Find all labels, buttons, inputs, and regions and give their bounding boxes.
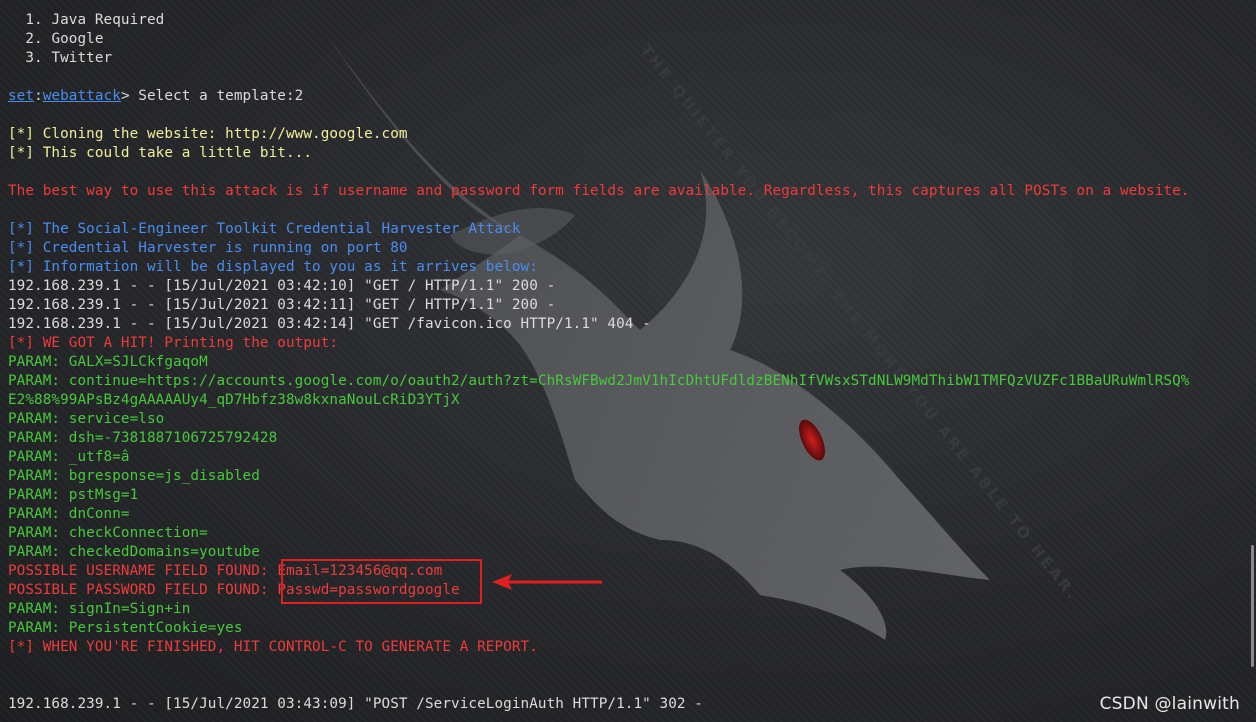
param-line: PARAM: checkedDomains=youtube xyxy=(8,544,260,560)
prompt-separator: : xyxy=(34,88,43,104)
prompt-module: set xyxy=(8,88,35,104)
menu-number: 3. xyxy=(25,50,43,66)
info-line: [*] The Social-Engineer Toolkit Credenti… xyxy=(8,220,1248,239)
status-line: [*] Cloning the website: http://www.goog… xyxy=(8,125,1248,144)
param-line: PARAM: checkConnection= xyxy=(8,525,208,541)
post-request-log-line: 192.168.239.1 - - [15/Jul/2021 03:43:09]… xyxy=(8,696,703,712)
cloning-message: Cloning the website: http://www.google.c… xyxy=(34,126,408,142)
wait-message: This could take a little bit... xyxy=(34,145,313,161)
watermark-text: CSDN @lainwith xyxy=(1099,694,1240,714)
param-line: PARAM: pstMsg=1 xyxy=(8,487,139,503)
param-line: PARAM: signIn=Sign+in xyxy=(8,601,191,617)
info-line: [*] Information will be displayed to you… xyxy=(8,258,1248,277)
status-marker: [*] xyxy=(8,240,35,256)
param-line: PARAM: bgresponse=js_disabled xyxy=(8,468,260,484)
status-marker: [*] xyxy=(8,145,35,161)
param-line: PARAM: continue=https://accounts.google.… xyxy=(8,373,1190,389)
menu-item: 3. Twitter xyxy=(8,49,1248,68)
menu-label: Java Required xyxy=(51,12,165,28)
harvester-info: Information will be displayed to you as … xyxy=(34,259,538,275)
warning-message: The best way to use this attack is if us… xyxy=(8,183,1190,199)
finish-message: WHEN YOU'RE FINISHED, HIT CONTROL-C TO G… xyxy=(34,639,538,655)
menu-number: 2. xyxy=(25,31,43,47)
hit-line: [*] WE GOT A HIT! Printing the output: xyxy=(8,334,1248,353)
request-log-line: 192.168.239.1 - - [15/Jul/2021 03:42:10]… xyxy=(8,278,556,294)
finish-line: [*] WHEN YOU'RE FINISHED, HIT CONTROL-C … xyxy=(8,638,1248,657)
menu-item: 1. Java Required xyxy=(8,11,1248,30)
menu-label: Twitter xyxy=(51,50,113,66)
harvester-title: The Social-Engineer Toolkit Credential H… xyxy=(34,221,521,237)
param-line: PARAM: PersistentCookie=yes xyxy=(8,620,243,636)
param-line: PARAM: dnConn= xyxy=(8,506,130,522)
param-line: PARAM: dsh=-7381887106725792428 xyxy=(8,430,278,446)
command-prompt[interactable]: set:webattack> Select a template:2 xyxy=(8,87,1248,106)
request-log-line: 192.168.239.1 - - [15/Jul/2021 03:42:14]… xyxy=(8,316,651,332)
prompt-input: > Select a template:2 xyxy=(120,88,304,104)
status-line: [*] This could take a little bit... xyxy=(8,144,1248,163)
credentials-highlight-box xyxy=(281,559,482,604)
scrollbar[interactable] xyxy=(1251,545,1254,667)
param-line: PARAM: _utf8=â xyxy=(8,449,130,465)
terminal-output: 1. Java Required 2. Google 3. Twitter se… xyxy=(8,11,1248,714)
terminal-window[interactable]: THE QUIETER YOU BECOME, THE MORE YOU ARE… xyxy=(0,0,1256,722)
hit-message: WE GOT A HIT! Printing the output: xyxy=(34,335,339,351)
menu-label: Google xyxy=(51,31,104,47)
menu-number: 1. xyxy=(25,12,43,28)
info-line: [*] Credential Harvester is running on p… xyxy=(8,239,1248,258)
status-marker: [*] xyxy=(8,639,35,655)
username-found-line: POSSIBLE USERNAME FIELD FOUND: Email=123… xyxy=(8,562,1248,581)
param-line: PARAM: service=lso xyxy=(8,411,165,427)
request-log-line: 192.168.239.1 - - [15/Jul/2021 03:42:11]… xyxy=(8,297,556,313)
menu-item: 2. Google xyxy=(8,30,1248,49)
found-label: POSSIBLE USERNAME FIELD FOUND: xyxy=(8,563,278,579)
param-line: PARAM: GALX=SJLCkfgaqoM xyxy=(8,354,208,370)
harvester-port: Credential Harvester is running on port … xyxy=(34,240,408,256)
param-line: E2%88%99APsBz4gAAAAAUy4_qD7Hbfz38w8kxnaN… xyxy=(8,392,460,408)
left-arrow-icon xyxy=(492,574,602,590)
found-label: POSSIBLE PASSWORD FIELD FOUND: xyxy=(8,582,278,598)
password-found-line: POSSIBLE PASSWORD FIELD FOUND: Passwd=pa… xyxy=(8,581,1248,600)
status-marker: [*] xyxy=(8,259,35,275)
status-marker: [*] xyxy=(8,335,35,351)
prompt-submodule: webattack xyxy=(42,88,121,104)
status-marker: [*] xyxy=(8,126,35,142)
status-marker: [*] xyxy=(8,221,35,237)
